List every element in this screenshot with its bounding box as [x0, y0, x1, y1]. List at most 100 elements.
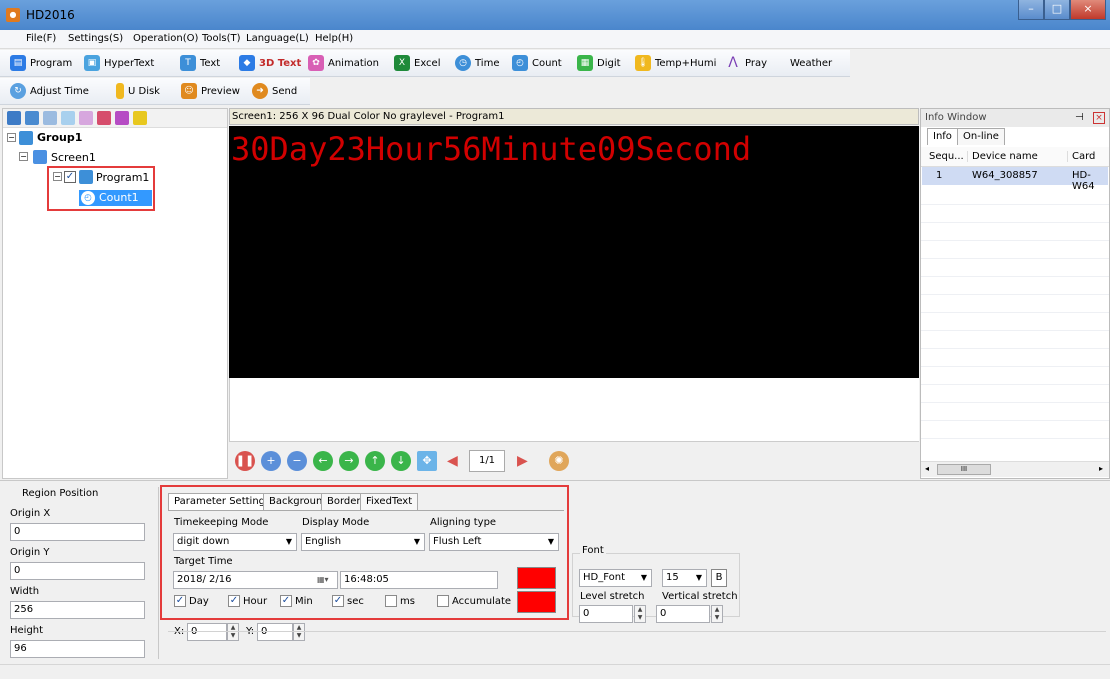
preview-button[interactable]: ☺ Preview	[181, 83, 240, 101]
font-size-select[interactable]: 15 ▼	[662, 569, 707, 587]
menu-operation[interactable]: Operation(O)	[133, 33, 198, 44]
temp-humi-button[interactable]: 🌡 Temp+Humi	[635, 55, 716, 73]
app-icon: ●	[6, 8, 20, 22]
paste-icon[interactable]	[43, 111, 57, 125]
excel-button[interactable]: X Excel	[394, 55, 441, 73]
menu-settings[interactable]: Settings(S)	[68, 33, 123, 44]
maximize-button[interactable]: □	[1044, 0, 1070, 20]
tab-info[interactable]: Info	[927, 128, 958, 145]
settings-gear-icon[interactable]: ✺	[549, 451, 569, 471]
adjust-time-icon: ↻	[10, 83, 26, 99]
menu-bar: File(F) Settings(S) Operation(O) Tools(T…	[0, 30, 1110, 49]
3d-text-button[interactable]: ◆ 3D Text	[239, 55, 301, 73]
title-bar: ● HD2016 – □ ×	[0, 0, 1110, 30]
move-up-icon[interactable]	[61, 111, 75, 125]
tree-node-screen1[interactable]: Screen1	[51, 151, 96, 164]
window-title: HD2016	[26, 8, 75, 22]
send-button[interactable]: ➜ Send	[252, 83, 297, 101]
u-disk-icon	[116, 83, 124, 99]
move-down-icon[interactable]: ↓	[391, 451, 411, 471]
origin-x-input[interactable]: 0	[10, 523, 145, 541]
width-label: Width	[10, 586, 40, 597]
move-down-icon[interactable]	[79, 111, 93, 125]
tab-on-line[interactable]: On-line	[957, 128, 1005, 145]
col-sequence[interactable]: Sequ...	[929, 151, 964, 162]
close-button[interactable]: ×	[1070, 0, 1106, 20]
origin-y-input[interactable]: 0	[10, 562, 145, 580]
properties-panel: Region Position Origin X 0 Origin Y 0 Wi…	[0, 480, 1110, 663]
time-button[interactable]: ◷ Time	[455, 55, 499, 73]
digit-button[interactable]: ▦ Digit	[577, 55, 621, 73]
pin-icon[interactable]: ⊣	[1075, 112, 1084, 123]
width-input[interactable]: 256	[10, 601, 145, 619]
pray-button[interactable]: Λ Pray	[725, 55, 767, 73]
vertical-stretch-label: Vertical stretch	[662, 591, 738, 602]
tree-toolbar	[3, 109, 227, 128]
animation-icon: ✿	[308, 55, 324, 71]
menu-file[interactable]: File(F)	[26, 33, 56, 44]
preview-controls: ❚❚ + − ← → ↑ ↓ ✥ ◀ 1/1 ▶ ✺	[229, 441, 919, 479]
delete-icon[interactable]	[97, 111, 111, 125]
zoom-in-icon[interactable]: +	[261, 451, 281, 471]
bold-button[interactable]: B	[711, 569, 727, 587]
close-panel-icon[interactable]: ×	[1093, 112, 1105, 124]
scroll-left-icon[interactable]: ◂	[925, 464, 929, 473]
device-name: W64_308857	[972, 170, 1038, 181]
vertical-stretch-input[interactable]: 0	[656, 605, 710, 623]
adjust-time-button[interactable]: ↻ Adjust Time	[10, 83, 89, 101]
copy-screen-icon[interactable]	[25, 111, 39, 125]
move-left-icon[interactable]: ←	[313, 451, 333, 471]
vertical-stretch-spinner[interactable]: ▲ ▼	[711, 605, 723, 623]
preview-canvas-area	[229, 378, 919, 441]
col-device-name[interactable]: Device name	[967, 151, 1038, 162]
font-select[interactable]: HD_Font ▼	[579, 569, 652, 587]
region-title: Region Position	[22, 488, 99, 499]
program-button[interactable]: ▤ Program	[10, 55, 72, 73]
tree-node-group1[interactable]: Group1	[37, 131, 82, 144]
group-collapse-toggle[interactable]: −	[7, 133, 16, 142]
level-stretch-input[interactable]: 0	[579, 605, 633, 623]
menu-language[interactable]: Language(L)	[246, 33, 309, 44]
minimize-button[interactable]: –	[1018, 0, 1044, 20]
x-spinner[interactable]: ▲ ▼	[227, 623, 239, 641]
count-button[interactable]: ◴ Count	[512, 55, 562, 73]
animation-button[interactable]: ✿ Animation	[308, 55, 379, 73]
time-icon: ◷	[455, 55, 471, 71]
status-bar	[0, 664, 1110, 679]
origin-x-label: Origin X	[10, 508, 51, 519]
u-disk-button[interactable]: U Disk	[116, 83, 160, 101]
device-row[interactable]: 1 W64_308857 HD-W64	[922, 167, 1108, 192]
move-up-icon[interactable]: ↑	[365, 451, 385, 471]
col-card[interactable]: Card	[1067, 151, 1095, 162]
device-card: HD-W64	[1072, 170, 1095, 192]
send-icon: ➜	[252, 83, 268, 99]
next-page-icon[interactable]: ▶	[517, 453, 528, 469]
move-right-icon[interactable]: →	[339, 451, 359, 471]
scroll-right-icon[interactable]: ▸	[1099, 464, 1103, 473]
check-all-icon[interactable]	[115, 111, 129, 125]
pray-icon: Λ	[728, 55, 738, 71]
hypertext-button[interactable]: ▣ HyperText	[84, 55, 154, 73]
pause-icon[interactable]: ❚❚	[235, 451, 255, 471]
height-input[interactable]: 96	[10, 640, 145, 658]
find-icon[interactable]	[133, 111, 147, 125]
y-input[interactable]: 0	[257, 623, 293, 641]
info-horizontal-scrollbar[interactable]: ◂ III ▸	[921, 461, 1109, 477]
x-input[interactable]: 0	[187, 623, 227, 641]
hypertext-icon: ▣	[84, 55, 100, 71]
fit-icon[interactable]: ✥	[417, 451, 437, 471]
insert-toolbar: ▤ Program ▣ HyperText T Text ◆ 3D Text ✿ Anim…	[0, 50, 850, 77]
y-spinner[interactable]: ▲ ▼	[293, 623, 305, 641]
weather-button[interactable]: Weather	[790, 55, 832, 73]
screen-collapse-toggle[interactable]: −	[19, 152, 28, 161]
device-table-header: Sequ... Device name Card	[921, 147, 1109, 167]
menu-help[interactable]: Help(H)	[315, 33, 353, 44]
menu-tools[interactable]: Tools(T)	[202, 33, 241, 44]
font-title: Font	[580, 545, 606, 556]
scroll-thumb[interactable]: III	[937, 464, 991, 475]
prev-page-icon[interactable]: ◀	[447, 453, 458, 469]
zoom-out-icon[interactable]: −	[287, 451, 307, 471]
level-stretch-spinner[interactable]: ▲ ▼	[634, 605, 646, 623]
save-icon[interactable]	[7, 111, 21, 125]
text-button[interactable]: T Text	[180, 55, 220, 73]
